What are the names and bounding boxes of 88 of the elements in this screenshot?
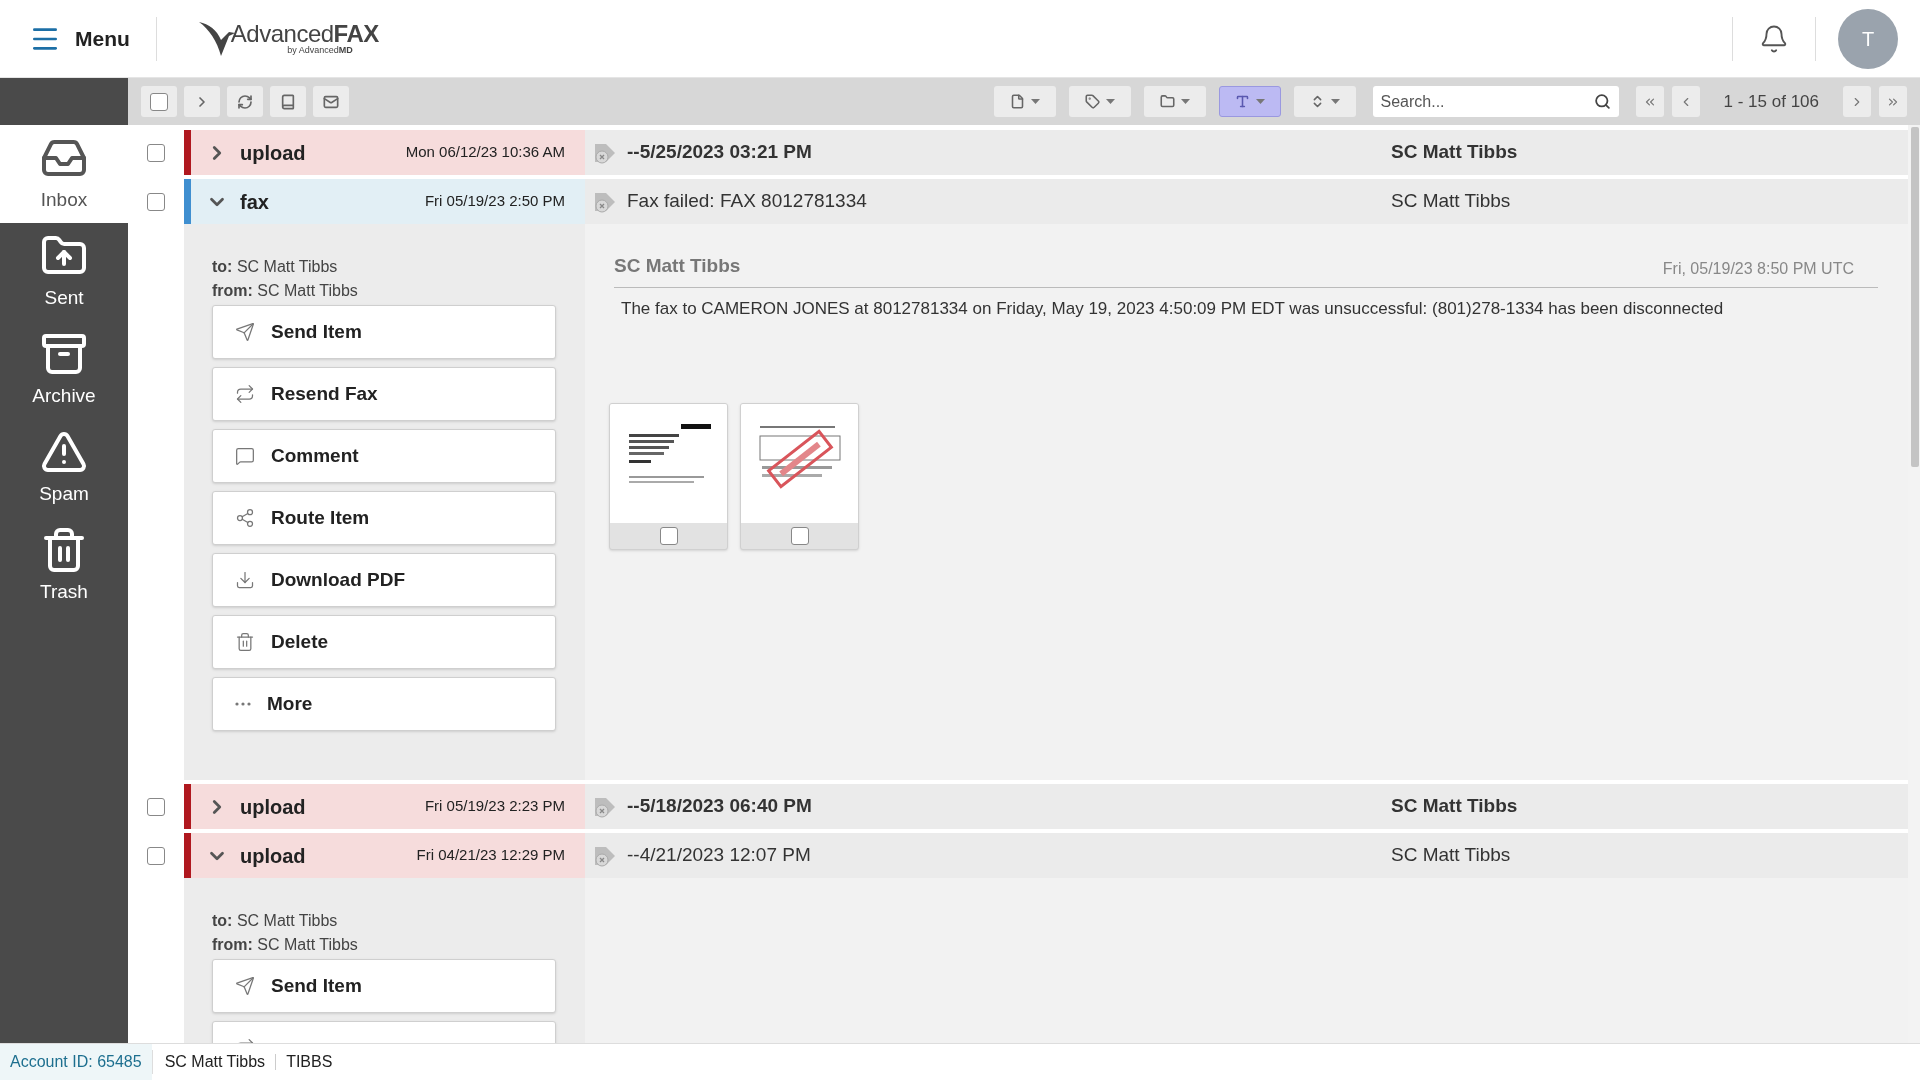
toolbar-button[interactable] [270, 86, 306, 117]
caret-icon [1255, 99, 1265, 104]
action-button[interactable]: Route Item [212, 491, 556, 545]
select-all-button[interactable] [141, 86, 177, 117]
message-subject: --4/21/2023 12:07 PM [627, 843, 812, 868]
sidebar-item[interactable]: Sent [0, 223, 128, 321]
font-icon [1234, 94, 1250, 109]
attachment-thumbnail[interactable] [609, 403, 728, 550]
message-type: upload [240, 140, 306, 166]
menu-button[interactable]: Menu [29, 22, 130, 55]
login-name: TIBBS [285, 1052, 334, 1072]
trash-icon [235, 632, 255, 652]
sidebar-item[interactable]: Trash [0, 517, 128, 615]
action-button[interactable]: Send Item [212, 959, 556, 1013]
caret-icon [1330, 99, 1340, 104]
ellipsis-icon [235, 702, 251, 706]
message-body: The fax to CAMERON JONES at 8012781334 on Friday, May 19, 2023 4:50:09 PM EDT was unsuccessful: (801)278-1334 has been disconnected [620, 297, 1725, 320]
select-all-checkbox[interactable] [150, 92, 168, 111]
filter-dropdown[interactable] [1068, 86, 1131, 117]
checkbox[interactable] [659, 527, 678, 545]
row-checkbox[interactable] [147, 192, 165, 211]
page-range: 1 - 15 of 106 [1722, 90, 1820, 113]
message-sender: SC Matt Tibbs [1391, 140, 1519, 165]
toolbar-button[interactable] [313, 86, 349, 117]
logo[interactable]: AdvancedFAX by AdvancedMD [196, 18, 379, 59]
message-sender: SC Matt Tibbs [1391, 843, 1512, 868]
notification-icon[interactable] [1759, 23, 1789, 54]
message-date: Fri 04/21/23 12:29 PM [416, 845, 565, 866]
download-icon [235, 570, 255, 590]
message-type: upload [240, 843, 306, 869]
row-checkbox[interactable] [147, 797, 165, 816]
message-sender: SC Matt Tibbs [614, 254, 741, 278]
filter-dropdown[interactable] [993, 86, 1056, 117]
recipient-text: to: SC Matt Tibbs [212, 911, 339, 931]
comment-icon [235, 446, 255, 466]
message-type: upload [240, 794, 306, 820]
filter-dropdown[interactable] [1293, 86, 1356, 117]
message-date: Mon 06/12/23 10:36 AM [405, 142, 565, 163]
message-subject: Fax failed: FAX 8012781334 [627, 189, 868, 214]
share-icon [235, 508, 255, 528]
first-page-button[interactable] [1635, 86, 1664, 117]
action-button[interactable]: Resend Fax [212, 367, 556, 421]
checkbox[interactable] [790, 527, 809, 545]
attachment-thumbnail[interactable] [740, 403, 859, 550]
message-sender: SC Matt Tibbs [1391, 189, 1512, 214]
repeat-icon [235, 384, 255, 404]
sender-text: from: SC Matt Tibbs [212, 935, 359, 955]
file-icon [1009, 94, 1025, 109]
scrollbar[interactable] [1908, 125, 1920, 1043]
refresh-icon [237, 93, 253, 110]
action-button[interactable]: Delete [212, 615, 556, 669]
search-field[interactable]: Search... [1372, 86, 1619, 117]
caret-icon [1030, 99, 1040, 104]
folder-icon [1159, 94, 1175, 109]
send-icon [235, 322, 255, 342]
caret-icon [1180, 99, 1190, 104]
action-button[interactable]: More [212, 677, 556, 731]
message-subject: --5/25/2023 03:21 PM [627, 140, 813, 165]
send-icon [235, 976, 255, 996]
tag-icon [1084, 94, 1100, 109]
action-button[interactable]: Send Item [212, 305, 556, 359]
sender-text: from: SC Matt Tibbs [212, 281, 359, 301]
envelope-icon [323, 93, 339, 110]
action-button[interactable]: Comment [212, 429, 556, 483]
recipient-text: to: SC Matt Tibbs [212, 257, 339, 277]
row-checkbox[interactable] [147, 143, 165, 162]
row-checkbox[interactable] [147, 846, 165, 865]
search-icon [1593, 93, 1611, 110]
sidebar-item[interactable]: Archive [0, 321, 128, 419]
sidebar-item[interactable]: Inbox [0, 125, 128, 223]
message-type: fax [240, 189, 269, 215]
sidebar-item[interactable]: Spam [0, 419, 128, 517]
message-subject: --5/18/2023 06:40 PM [627, 794, 813, 819]
logo-tagline: by AdvancedMD [287, 46, 353, 55]
caret-icon [1105, 99, 1115, 104]
toolbar-button[interactable] [184, 86, 220, 117]
action-button[interactable]: Download PDF [212, 553, 556, 607]
book-icon [280, 93, 296, 110]
logo-text: AdvancedFAX [230, 22, 379, 46]
filter-dropdown[interactable] [1218, 86, 1281, 117]
message-date: Fri 05/19/23 2:23 PM [424, 796, 565, 817]
toolbar-button[interactable] [227, 86, 263, 117]
filter-dropdown[interactable] [1143, 86, 1206, 117]
message-sender: SC Matt Tibbs [1391, 794, 1519, 819]
message-timestamp: Fri, 05/19/23 8:50 PM UTC [1662, 258, 1855, 279]
account-id: Account ID: 65485 [0, 1044, 152, 1080]
last-page-button[interactable] [1879, 86, 1907, 117]
message-date: Fri 05/19/23 2:50 PM [424, 191, 565, 212]
